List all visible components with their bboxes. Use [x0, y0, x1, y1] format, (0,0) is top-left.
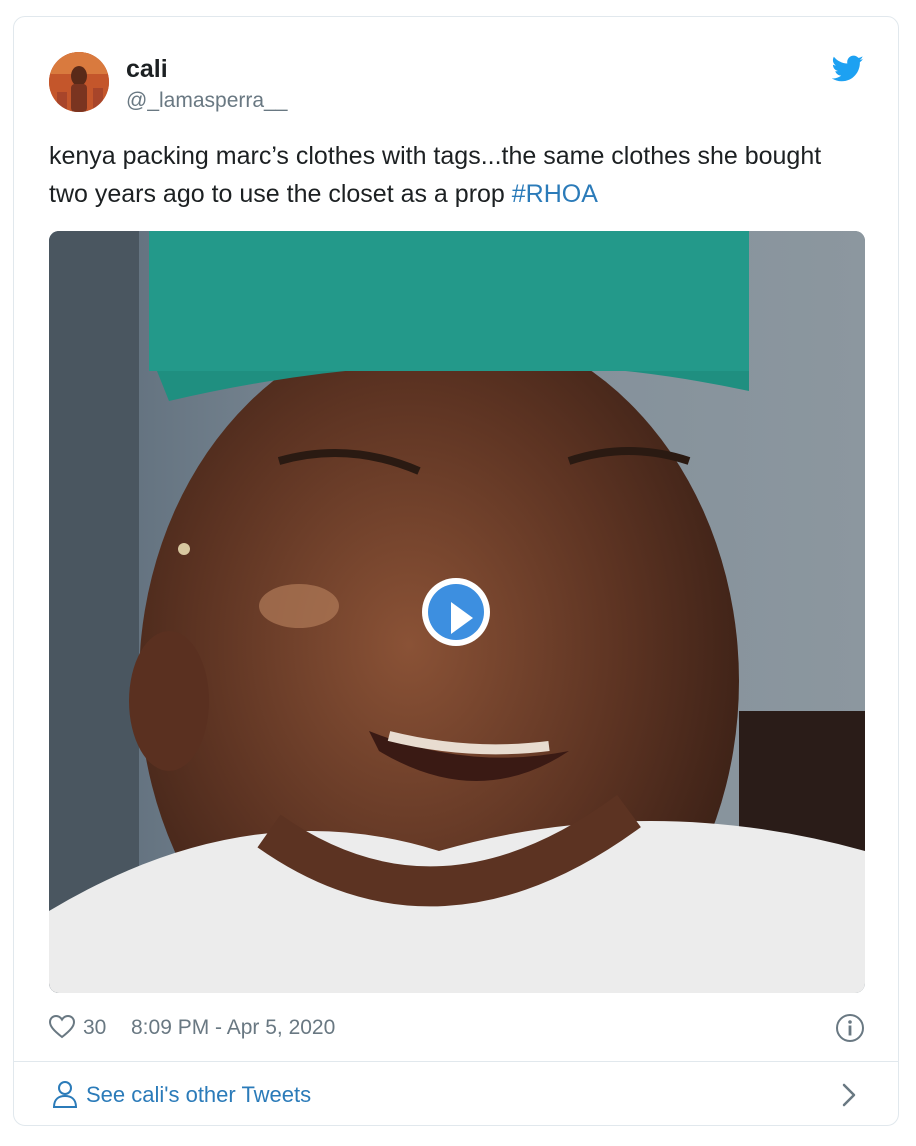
see-other-tweets-link[interactable]: See cali's other Tweets	[14, 1062, 898, 1126]
avatar[interactable]	[49, 52, 109, 112]
tweet-card: cali @_lamasperra__ kenya packing marc’s…	[13, 16, 899, 1126]
heart-icon[interactable]	[49, 1015, 75, 1039]
tweet-body: kenya packing marc’s clothes with tags..…	[49, 142, 822, 208]
info-icon[interactable]	[835, 1013, 865, 1043]
timestamp[interactable]: 8:09 PM - Apr 5, 2020	[131, 1016, 335, 1040]
author-handle[interactable]: @_lamasperra__	[126, 89, 287, 113]
play-icon	[428, 584, 484, 640]
chevron-right-icon[interactable]	[840, 1082, 858, 1108]
avatar-image	[49, 52, 109, 112]
author-name[interactable]: cali	[126, 55, 168, 84]
person-icon	[52, 1081, 78, 1108]
tweet-text: kenya packing marc’s clothes with tags..…	[49, 137, 849, 213]
see-other-tweets-label[interactable]: See cali's other Tweets	[86, 1082, 311, 1108]
play-button[interactable]	[422, 578, 490, 646]
twitter-bird-icon[interactable]	[832, 55, 864, 83]
video-thumbnail[interactable]	[49, 231, 865, 993]
tweet-meta: 30 8:09 PM - Apr 5, 2020	[49, 1013, 865, 1043]
like-count[interactable]: 30	[83, 1016, 106, 1040]
hashtag-link[interactable]: #RHOA	[512, 180, 598, 208]
